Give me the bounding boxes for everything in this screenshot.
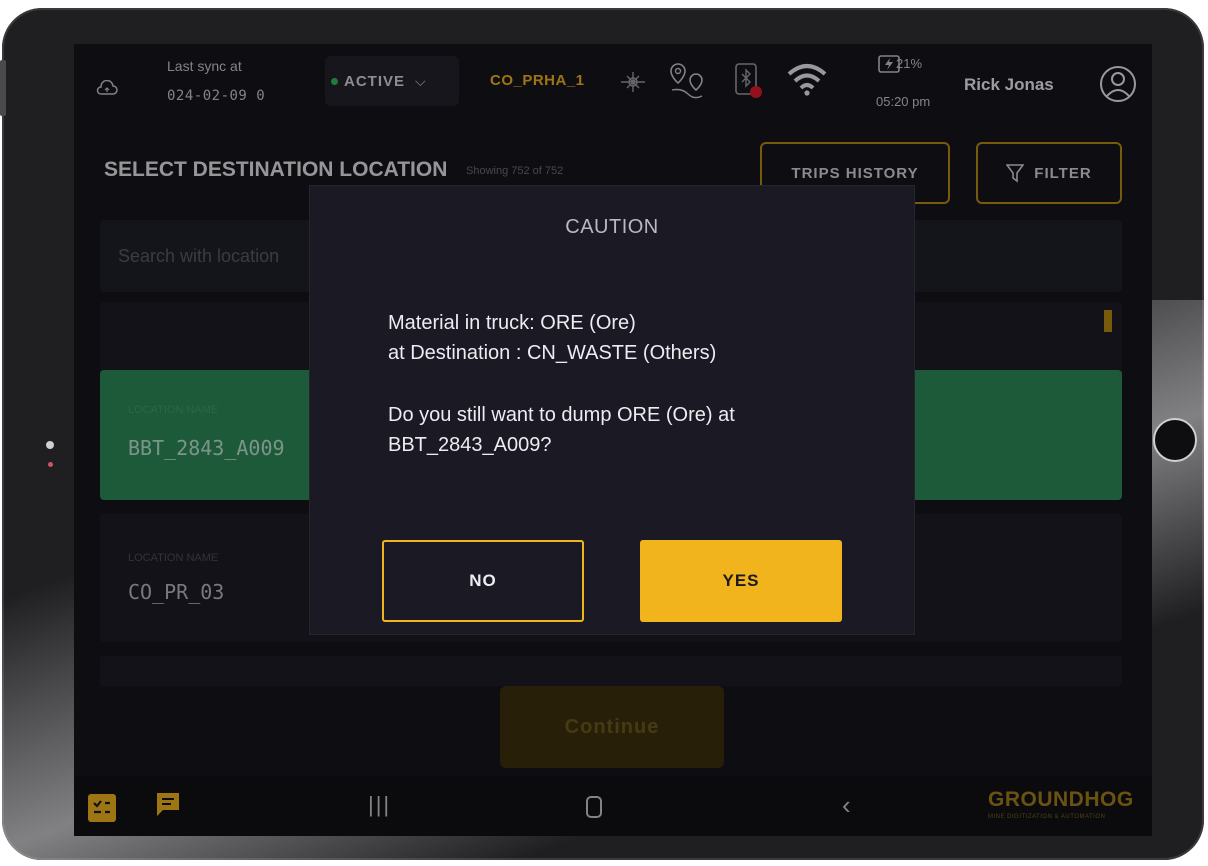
hardware-home-button[interactable] bbox=[1153, 418, 1197, 462]
caution-dialog: CAUTION Material in truck: ORE (Ore) at … bbox=[310, 186, 914, 634]
question-target-line: BBT_2843_A009? bbox=[388, 434, 552, 456]
volume-button bbox=[0, 60, 6, 116]
yes-label: YES bbox=[722, 571, 760, 590]
destination-line: at Destination : CN_WASTE (Others) bbox=[388, 342, 717, 364]
material-line: Material in truck: ORE (Ore) bbox=[388, 312, 636, 334]
camera-indicator bbox=[48, 462, 53, 467]
dialog-title: CAUTION bbox=[565, 216, 659, 238]
no-button[interactable]: NO bbox=[382, 540, 584, 622]
dialog-message: Material in truck: ORE (Ore) at Destinat… bbox=[388, 308, 888, 460]
yes-button[interactable]: YES bbox=[640, 540, 842, 622]
question-line: Do you still want to dump ORE (Ore) at bbox=[388, 404, 735, 426]
front-camera bbox=[46, 441, 54, 449]
app-screen: Last sync at 024-02-09 0 ACTIVE ⌵ CO_PRH… bbox=[74, 44, 1152, 836]
no-label: NO bbox=[469, 571, 497, 590]
